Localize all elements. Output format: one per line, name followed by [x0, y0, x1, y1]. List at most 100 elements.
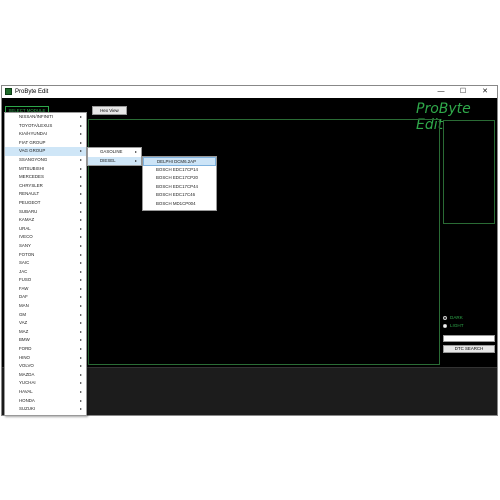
chevron-right-icon: ▸: [79, 182, 82, 188]
menu-item[interactable]: MITSUBISHI ▸: [5, 165, 86, 174]
ecu-submenu: DELPHI DCM6.2AP BOSCH EDC17CP14 BOSCH EDC1…: [142, 156, 217, 211]
maximize-button[interactable]: ☐: [452, 86, 474, 98]
chevron-right-icon: ▸: [79, 156, 82, 162]
menu-item[interactable]: DIESEL ▸: [88, 156, 141, 166]
chevron-right-icon: ▸: [79, 217, 82, 223]
menu-item[interactable]: BMW ▸: [5, 336, 86, 345]
menu-item[interactable]: VOLVO ▸: [5, 362, 86, 371]
menu-item[interactable]: GASOLINE ▸: [88, 148, 141, 157]
menu-item-label: GASOLINE: [100, 149, 123, 154]
chevron-right-icon: ▸: [79, 346, 82, 352]
menu-item[interactable]: KAMAZ ▸: [5, 216, 86, 225]
menu-item[interactable]: TOYOTA/LEXUS ▸: [5, 122, 86, 131]
menu-item-label: FOTON: [19, 251, 35, 257]
menu-item[interactable]: IVECO ▸: [5, 233, 86, 242]
hex-view-button[interactable]: Hex View: [92, 106, 127, 115]
theme-light-option[interactable]: LIGHT: [443, 323, 464, 329]
menu-item[interactable]: MERCEDES ▸: [5, 173, 86, 182]
menu-item-label: TOYOTA/LEXUS: [19, 122, 53, 128]
light-label: LIGHT: [450, 323, 464, 328]
chevron-right-icon: ▸: [79, 311, 82, 317]
menu-item-label: DELPHI DCM6.2AP: [157, 159, 197, 164]
light-radio[interactable]: [443, 323, 447, 328]
menu-item[interactable]: BOSCH EDC17CP44: [143, 183, 216, 192]
chevron-right-icon: ▸: [79, 337, 82, 343]
menu-item[interactable]: BOSCH EDC17C46: [143, 191, 216, 200]
menu-item-label: VAG GROUP: [19, 148, 46, 154]
menu-item[interactable]: FAW ▸: [5, 285, 86, 294]
menu-item-label: FORD: [19, 346, 32, 352]
menu-item[interactable]: BOSCH MD1CP004: [143, 200, 216, 209]
menu-item[interactable]: SANY ▸: [5, 242, 86, 251]
menu-item[interactable]: FUSO ▸: [5, 276, 86, 285]
minimize-button[interactable]: —: [430, 86, 452, 98]
chevron-right-icon: ▸: [79, 406, 82, 412]
theme-dark-option[interactable]: DARK: [443, 315, 463, 321]
menu-item[interactable]: PEUGEOT ▸: [5, 199, 86, 208]
menu-item[interactable]: FIAT GROUP ▸: [5, 139, 86, 148]
chevron-right-icon: ▸: [79, 225, 82, 231]
menu-item[interactable]: SUBARU ▸: [5, 208, 86, 217]
menu-item[interactable]: HAVAL ▸: [5, 388, 86, 397]
chevron-right-icon: ▸: [79, 191, 82, 197]
menu-item[interactable]: MAN ▸: [5, 302, 86, 311]
menu-item-label: FAW: [19, 285, 29, 291]
menu-item[interactable]: RENAULT ▸: [5, 190, 86, 199]
menu-item-label: HONDA: [19, 397, 35, 403]
menu-item-label: DAF: [19, 294, 28, 300]
chevron-right-icon: ▸: [79, 320, 82, 326]
menu-item[interactable]: HINO ▸: [5, 354, 86, 363]
chevron-right-icon: ▸: [79, 139, 82, 145]
menu-item-label: BOSCH EDC17CP44: [156, 183, 198, 189]
menu-item-label: CHRYSLER: [19, 182, 43, 188]
menu-item[interactable]: BOSCH EDC17CP14: [143, 166, 216, 175]
menu-item[interactable]: MAZ ▸: [5, 328, 86, 337]
menu-item[interactable]: JAC ▸: [5, 268, 86, 277]
chevron-right-icon: ▸: [79, 165, 82, 171]
chevron-right-icon: ▸: [79, 114, 82, 119]
menu-item-label: PEUGEOT: [19, 199, 41, 205]
menu-item[interactable]: VAG GROUP ▸: [5, 147, 86, 156]
menu-item-label: FUSO: [19, 277, 32, 283]
menu-item[interactable]: CHRYSLER ▸: [5, 182, 86, 191]
dark-radio[interactable]: [443, 315, 447, 320]
menu-item[interactable]: URAL ▸: [5, 225, 86, 234]
menu-item[interactable]: HONDA ▸: [5, 397, 86, 406]
menu-item[interactable]: FORD ▸: [5, 345, 86, 354]
module-menu: NISSAN/INFINITI ▸ TOYOTA/LEXUS ▸ KIA/HYUNDAI…: [4, 112, 87, 416]
chevron-right-icon: ▸: [79, 234, 82, 240]
menu-item-label: KAMAZ: [19, 217, 35, 223]
menu-item-label: MAZ: [19, 328, 29, 334]
dtc-search-input[interactable]: [443, 335, 495, 342]
menu-item-label: VOLVO: [19, 363, 34, 369]
chevron-right-icon: ▸: [79, 303, 82, 309]
menu-item[interactable]: KIA/HYUNDAI ▸: [5, 130, 86, 139]
menu-item[interactable]: VAZ ▸: [5, 319, 86, 328]
menu-item[interactable]: NISSAN/INFINITI ▸: [5, 113, 86, 122]
chevron-right-icon: ▸: [79, 242, 82, 248]
chevron-right-icon: ▸: [79, 277, 82, 283]
dtc-search-button[interactable]: DTC SEARCH: [443, 345, 495, 353]
menu-item[interactable]: SUZUKI ▸: [5, 405, 86, 414]
menu-item-label: RENAULT: [19, 191, 40, 197]
menu-item[interactable]: GM ▸: [5, 311, 86, 320]
menu-item-label: MAZDA: [19, 371, 35, 377]
menu-item-label: BOSCH MD1CP004: [156, 200, 196, 206]
menu-item[interactable]: BOSCH EDC17CP20: [143, 174, 216, 183]
menu-item[interactable]: SSANGYONG ▸: [5, 156, 86, 165]
menu-item-label: SUZUKI: [19, 406, 36, 412]
close-button[interactable]: ✕: [474, 86, 496, 98]
fuel-submenu: GASOLINE ▸ DIESEL ▸: [87, 147, 142, 166]
chevron-right-icon: ▸: [79, 148, 82, 154]
menu-item[interactable]: FOTON ▸: [5, 251, 86, 260]
menu-item[interactable]: SAIC ▸: [5, 259, 86, 268]
menu-item[interactable]: DELPHI DCM6.2AP: [143, 157, 216, 166]
menu-item[interactable]: YUCHAI ▸: [5, 379, 86, 388]
chevron-right-icon: ▸: [79, 328, 82, 334]
menu-item[interactable]: DAF ▸: [5, 293, 86, 302]
menu-item-label: HAVAL: [19, 389, 33, 394]
chevron-right-icon: ▸: [79, 199, 82, 205]
menu-item-label: KIA/HYUNDAI: [19, 131, 48, 137]
menu-item-label: URAL: [19, 225, 31, 231]
menu-item[interactable]: MAZDA ▸: [5, 371, 86, 380]
